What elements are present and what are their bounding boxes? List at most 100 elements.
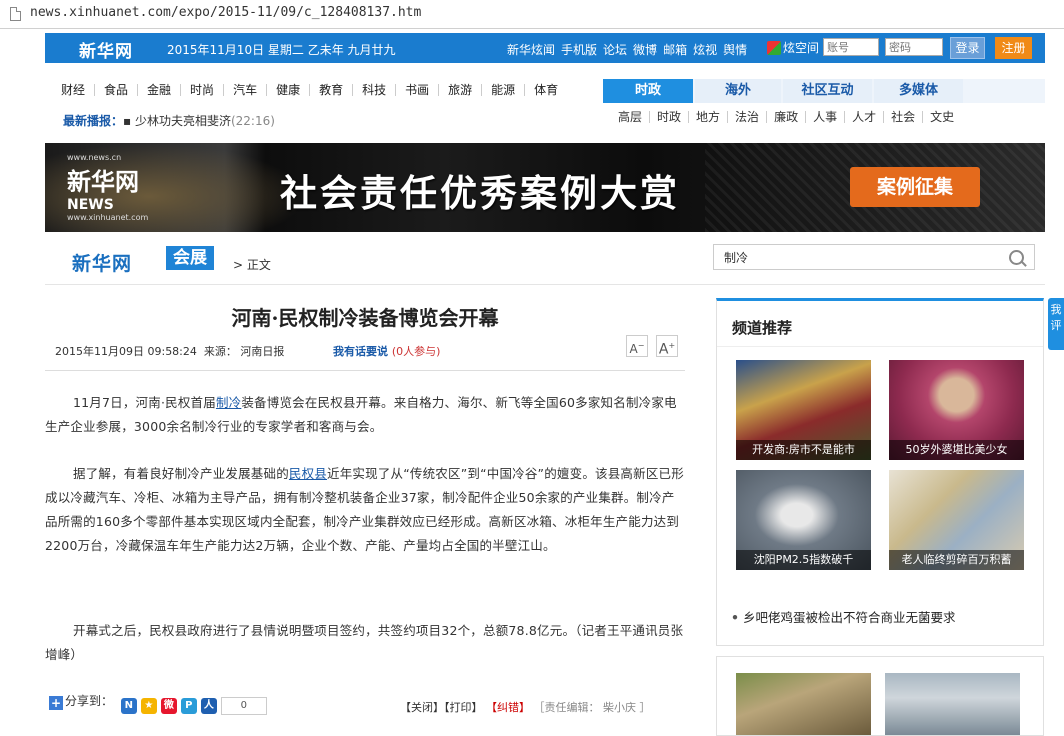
top-nav-link[interactable]: 舆情 bbox=[723, 43, 747, 57]
tab-overseas[interactable]: 海外 bbox=[695, 79, 781, 103]
top-nav-link[interactable]: 新华炫闻 bbox=[507, 43, 555, 57]
font-smaller-button[interactable]: A− bbox=[626, 335, 648, 357]
banner-ad[interactable]: www.news.cn 新华网 NEWS www.xinhuanet.com 社… bbox=[45, 143, 1045, 232]
space-link[interactable]: 炫空间 bbox=[767, 39, 819, 56]
comment-label: 我有话要说 bbox=[333, 345, 388, 358]
banner-logo-sub: www.xinhuanet.com bbox=[67, 213, 149, 222]
share-tencent-icon[interactable]: P bbox=[180, 698, 197, 714]
share-renren-icon[interactable]: 人 bbox=[200, 698, 217, 714]
site-logo[interactable]: 新华网 bbox=[79, 37, 133, 62]
channel-link[interactable]: 旅游 bbox=[439, 84, 483, 96]
sub-tab-link[interactable]: 文史 bbox=[923, 111, 961, 123]
password-input[interactable] bbox=[885, 38, 943, 56]
top-nav-link[interactable]: 微博 bbox=[633, 43, 657, 57]
space-icon bbox=[767, 41, 781, 55]
sub-tab-link[interactable]: 廉政 bbox=[767, 111, 807, 123]
channel-link[interactable]: 健康 bbox=[267, 84, 311, 96]
breadcrumb-section[interactable]: 会展 bbox=[166, 246, 214, 270]
article-paragraph: 11月7日，河南·民权首届制冷装备博览会在民权县开幕。来自格力、海尔、新飞等全国… bbox=[45, 391, 685, 439]
report-error-link[interactable]: 【纠错】 bbox=[486, 701, 530, 714]
share-weibo-icon[interactable]: 微 bbox=[160, 698, 177, 714]
banner-title: 社会责任优秀案例大赏 bbox=[280, 172, 680, 215]
tab-community[interactable]: 社区互动 bbox=[783, 79, 872, 103]
sub-tab-link[interactable]: 高层 bbox=[603, 111, 651, 123]
thumbnail-card[interactable]: 开发商:房市不是能市 bbox=[736, 360, 871, 460]
channel-link[interactable]: 时尚 bbox=[181, 84, 225, 96]
page-icon bbox=[10, 7, 21, 21]
top-bar: 新华网 2015年11月10日 星期二 乙未年 九月廿九 新华炫闻 手机版 论坛 微博… bbox=[45, 33, 1045, 63]
breadcrumb-current: > 正文 bbox=[233, 256, 271, 273]
article-meta: 2015年11月09日 09:58:24 来源： 河南日报 我有话要说 (0人参… bbox=[55, 343, 440, 359]
channel-recommend-panel: 频道推荐 开发商:房市不是能市 50岁外婆堪比美少女 沈阳PM2.5指数破千 老… bbox=[716, 298, 1044, 646]
channel-link[interactable]: 汽车 bbox=[224, 84, 268, 96]
editor-credit: ［责任编辑： 柴小庆 ］ bbox=[533, 701, 651, 714]
thumbnail-card[interactable]: 沈阳PM2.5指数破千 bbox=[736, 470, 871, 570]
thumbnail-card[interactable] bbox=[885, 673, 1020, 735]
sub-tab-link[interactable]: 人事 bbox=[806, 111, 846, 123]
sub-tab-link[interactable]: 人才 bbox=[845, 111, 885, 123]
article-paragraph: 开幕式之后，民权县政府进行了县情说明暨项目签约，共签约项目32个，总额78.8亿… bbox=[45, 623, 684, 662]
channel-link[interactable]: 体育 bbox=[525, 84, 567, 96]
thumbnail-caption: 50岁外婆堪比美少女 bbox=[889, 440, 1024, 460]
register-button[interactable]: 注册 bbox=[995, 37, 1032, 59]
search-icon[interactable] bbox=[1009, 250, 1024, 265]
thumbnail-caption: 开发商:房市不是能市 bbox=[736, 440, 871, 460]
divider bbox=[45, 370, 685, 371]
url-text[interactable]: news.xinhuanet.com/expo/2015-11/09/c_128… bbox=[30, 5, 421, 20]
banner-logo-text: 新华网 bbox=[67, 168, 139, 196]
top-nav-link[interactable]: 炫视 bbox=[693, 43, 717, 57]
top-nav-link[interactable]: 手机版 bbox=[561, 43, 597, 57]
thumbnail-caption: 沈阳PM2.5指数破千 bbox=[736, 550, 871, 570]
channel-link[interactable]: 科技 bbox=[353, 84, 397, 96]
sub-tab-link[interactable]: 法治 bbox=[728, 111, 768, 123]
comment-link[interactable]: 我有话要说 (0人参与) bbox=[333, 343, 440, 359]
tab-politics[interactable]: 时政 bbox=[603, 79, 693, 103]
latest-news-time: (22:16) bbox=[230, 114, 275, 128]
top-nav-link[interactable]: 邮箱 bbox=[663, 43, 687, 57]
banner-badge[interactable]: 案例征集 bbox=[850, 167, 980, 207]
keyword-link[interactable]: 制冷 bbox=[216, 395, 241, 410]
breadcrumb-site[interactable]: 新华网 bbox=[72, 249, 132, 276]
font-larger-label: A bbox=[658, 341, 669, 358]
latest-news-item[interactable]: ▪ 少林功夫亮相斐济 bbox=[123, 114, 231, 128]
article-source-label: 来源： bbox=[203, 345, 237, 358]
latest-news: 最新播报：▪ 少林功夫亮相斐济(22:16) bbox=[63, 112, 275, 129]
channel-link[interactable]: 能源 bbox=[482, 84, 526, 96]
channel-links: 财经 食品 金融 时尚 汽车 健康 教育 科技 书画 旅游 能源 体育 bbox=[61, 83, 567, 97]
login-button[interactable]: 登录 bbox=[950, 37, 985, 59]
thumbnail-card[interactable]: 50岁外婆堪比美少女 bbox=[889, 360, 1024, 460]
channel-link[interactable]: 金融 bbox=[138, 84, 182, 96]
article-datetime: 2015年11月09日 09:58:24 bbox=[55, 345, 197, 358]
channel-link[interactable]: 财经 bbox=[61, 84, 96, 96]
channel-link[interactable]: 书画 bbox=[396, 84, 440, 96]
search-box bbox=[713, 244, 1035, 270]
thumbnail-caption: 老人临终剪碎百万积蓄 bbox=[889, 550, 1024, 570]
close-link[interactable]: 【关闭】 bbox=[400, 701, 444, 714]
channel-link[interactable]: 食品 bbox=[95, 84, 139, 96]
sub-tab-link[interactable]: 时政 bbox=[650, 111, 690, 123]
photo-panel bbox=[716, 656, 1044, 736]
channel-link[interactable]: 教育 bbox=[310, 84, 354, 96]
keyword-link[interactable]: 民权县 bbox=[289, 466, 327, 481]
thumbnail-card[interactable] bbox=[736, 673, 871, 735]
share-qzone-icon[interactable]: ★ bbox=[140, 698, 157, 714]
address-bar[interactable]: news.xinhuanet.com/expo/2015-11/09/c_128… bbox=[0, 0, 1064, 29]
font-larger-button[interactable]: A+ bbox=[656, 335, 678, 358]
panel-heading: 频道推荐 bbox=[732, 319, 793, 337]
search-input[interactable] bbox=[724, 249, 1004, 265]
share-news-icon[interactable]: N bbox=[120, 698, 137, 714]
recommend-headline[interactable]: • 乡吧佬鸡蛋被检出不符合商业无菌要求 bbox=[731, 607, 956, 626]
top-nav-link[interactable]: 论坛 bbox=[603, 43, 627, 57]
sub-tab-link[interactable]: 地方 bbox=[689, 111, 729, 123]
plus-icon[interactable]: + bbox=[49, 696, 63, 710]
thumbnail-card[interactable]: 老人临终剪碎百万积蓄 bbox=[889, 470, 1024, 570]
tab-multimedia[interactable]: 多媒体 bbox=[874, 79, 963, 103]
float-comment-tab[interactable]: 我 评 bbox=[1048, 298, 1064, 350]
print-link[interactable]: 【打印】 bbox=[444, 701, 483, 714]
username-input[interactable] bbox=[823, 38, 879, 56]
divider bbox=[717, 346, 1043, 347]
banner-logo-news: NEWS bbox=[67, 197, 114, 213]
sub-tabs: 高层 时政 地方 法治 廉政 人事 人才 社会 文史 bbox=[603, 110, 961, 124]
sub-tab-link[interactable]: 社会 bbox=[884, 111, 924, 123]
banner-logo-url: www.news.cn bbox=[67, 153, 122, 162]
